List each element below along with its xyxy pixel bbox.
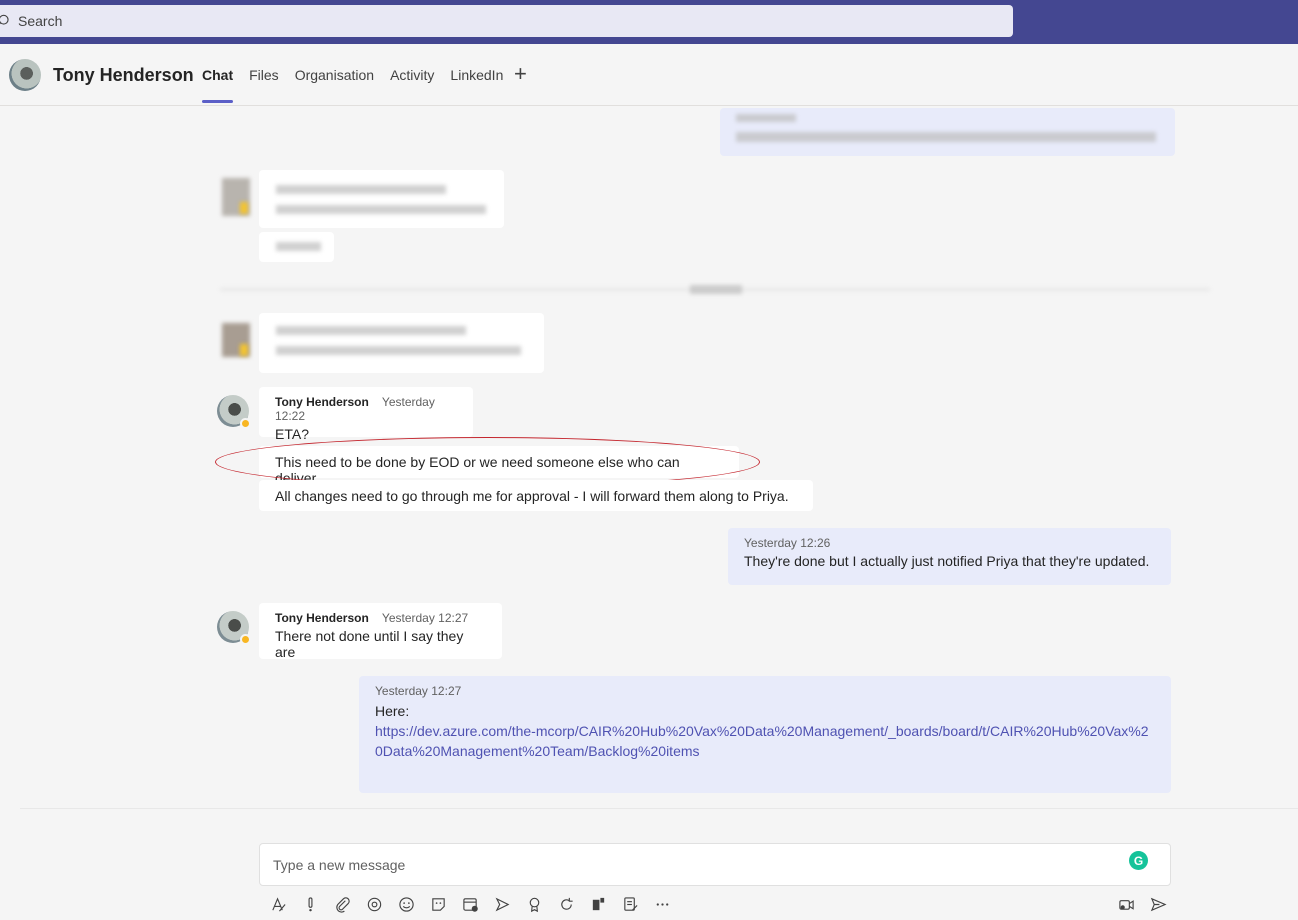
message-time: Yesterday 12:27 (375, 684, 462, 698)
grammarly-icon[interactable]: G (1129, 851, 1148, 870)
avatar[interactable] (217, 395, 251, 429)
tab-linkedin[interactable]: LinkedIn (450, 67, 503, 105)
praise-icon[interactable] (518, 893, 550, 915)
sticker-icon[interactable] (422, 893, 454, 915)
message-text: All changes need to go through me for ap… (275, 488, 789, 504)
attach-icon[interactable] (326, 893, 358, 915)
tab-files[interactable]: Files (249, 67, 279, 105)
priority-icon[interactable] (294, 893, 326, 915)
search-box[interactable]: Search (0, 5, 1013, 37)
chat-header: Tony Henderson Chat Files Organisation A… (0, 44, 1298, 106)
message-time: Yesterday 12:26 (744, 536, 831, 550)
message-input[interactable] (260, 844, 1100, 885)
tab-activity[interactable]: Activity (390, 67, 434, 105)
compose-toolbar (262, 893, 678, 915)
schedule-meeting-icon[interactable] (454, 893, 486, 915)
message-bubble[interactable]: Tony Henderson Yesterday 12:22 ETA? (259, 387, 473, 442)
avatar[interactable] (217, 611, 251, 645)
stream-icon[interactable] (486, 893, 518, 915)
message-bubble[interactable]: All changes need to go through me for ap… (259, 480, 813, 511)
tab-bar: Chat Files Organisation Activity LinkedI… (202, 67, 519, 105)
message-time: Yesterday 12:27 (381, 611, 469, 625)
forms-icon[interactable] (614, 893, 646, 915)
send-icon[interactable] (1142, 893, 1174, 915)
avatar[interactable] (9, 59, 41, 91)
message-author: Tony Henderson (275, 611, 369, 625)
search-icon (0, 14, 9, 25)
format-icon[interactable] (262, 893, 294, 915)
emoji-icon[interactable] (390, 893, 422, 915)
tab-chat[interactable]: Chat (202, 67, 234, 105)
message-meta: Yesterday 12:27 (375, 684, 1155, 698)
message-link[interactable]: https://dev.azure.com/the-mcorp/CAIR%20H… (375, 723, 1149, 759)
search-placeholder: Search (18, 13, 63, 29)
plus-icon[interactable]: + (514, 63, 527, 85)
message-text: They're done but I actually just notifie… (744, 553, 1150, 569)
compose-box[interactable]: G (259, 843, 1171, 886)
send-toolbar (1110, 893, 1174, 915)
message-text: There not done until I say they are (275, 628, 464, 660)
top-bar: Search (0, 0, 1298, 44)
my-message-bubble[interactable]: Yesterday 12:27 Here: https://dev.azure.… (359, 676, 1171, 793)
message-author: Tony Henderson (275, 395, 369, 409)
presence-away-icon (240, 634, 251, 645)
more-options-icon[interactable] (646, 893, 678, 915)
message-text: Here: (375, 703, 410, 719)
message-bubble[interactable]: Tony Henderson Yesterday 12:27 There not… (259, 603, 502, 660)
refresh-icon[interactable] (550, 893, 582, 915)
message-meta: Tony Henderson Yesterday 12:27 (275, 611, 486, 625)
message-meta: Yesterday 12:26 (744, 536, 1155, 550)
app-icon[interactable] (582, 893, 614, 915)
message-meta: Tony Henderson Yesterday 12:22 (275, 395, 457, 423)
presence-away-icon (240, 418, 251, 429)
divider (20, 808, 1298, 809)
tab-organisation[interactable]: Organisation (295, 67, 374, 105)
chat-title: Tony Henderson (53, 65, 194, 85)
loop-icon[interactable] (358, 893, 390, 915)
my-message-bubble[interactable]: Yesterday 12:26 They're done but I actua… (728, 528, 1171, 585)
meet-now-icon[interactable] (1110, 893, 1142, 915)
